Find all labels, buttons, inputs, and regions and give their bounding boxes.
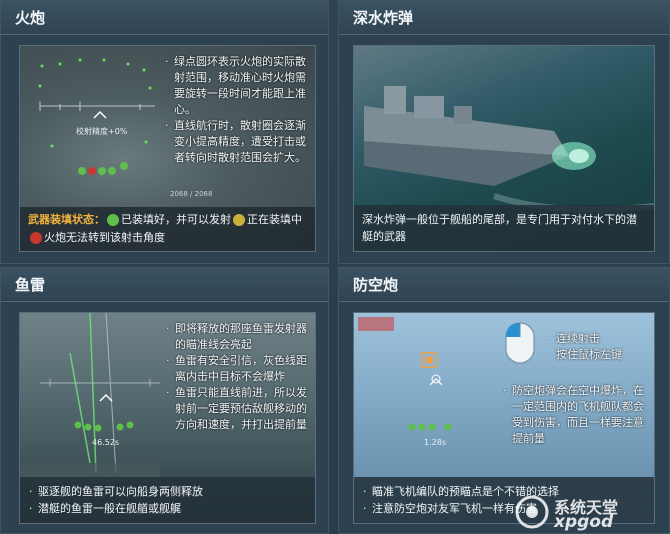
cannon-notes: 绿点圆环表示火炮的实际散射范围，移动准心时火炮需要旋转一段时间才能跟上准心。 直… (164, 54, 314, 166)
loading-icon (233, 214, 245, 226)
status-blocked: 火炮无法转到该射击角度 (44, 231, 165, 244)
panel-cannon: 火炮 校射精度+0% 2068 / 2068 · 绿点圆环表示火炮的实际散射范围… (0, 0, 329, 264)
panel-torpedo: 鱼雷 46.52s 即将释放的那座鱼雷发射器的瞄准线会亮起 鱼雷有安全引信，灰色… (0, 267, 329, 534)
blocked-icon (30, 232, 42, 244)
accuracy-text: 校射精度+0% (76, 126, 128, 136)
depth-charge-screenshot: 深水炸弹一般位于舰船的尾部，是专门用于对付水下的潜艇的武器 (353, 45, 655, 252)
aim-reticle-icon (421, 352, 437, 368)
note-item: 即将释放的那座鱼雷发射器的瞄准线会亮起 (165, 321, 315, 353)
site-watermark: 系统天堂 xpgod (514, 494, 664, 532)
depth-charge-caption: 深水炸弹一般位于舰船的尾部，是专门用于对付水下的潜艇的武器 (354, 205, 654, 251)
note-item: 绿点圆环表示火炮的实际散射范围，移动准心时火炮需要旋转一段时间才能跟上准心。 (164, 54, 314, 118)
crosshair-icon (99, 393, 113, 402)
status-label: 武器装填状态： (28, 213, 105, 226)
status-loading: 正在装填中 (247, 213, 302, 226)
gun-indicators (78, 162, 128, 175)
torpedo-timer: 46.52s (92, 438, 119, 447)
aa-timer: 1.28s (424, 438, 446, 447)
panel-title: 鱼雷 (1, 268, 328, 302)
status-loaded: 已装填好，并可以发射 (121, 213, 231, 226)
panel-depth-charge: 深水炸弹 深水炸弹一般位于舰船的尾部，是专门用于对付水下的潜艇的武器 (338, 0, 670, 264)
aa-screenshot: 1.28s 连续射击 按住鼠标左键 防空炮弹会在空中爆炸，在一定范围内的飞机舰队… (353, 312, 655, 524)
note-item: 鱼雷有安全引信，灰色线距离内击中目标不会爆炸 (165, 353, 315, 385)
loaded-icon (107, 214, 119, 226)
torpedo-caption: 驱逐舰的鱼雷可以向船身两侧释放 潜艇的鱼雷一般在舰艏或舰艉 (20, 477, 315, 523)
mouse-note-1: 连续射击 (546, 331, 654, 347)
note-item: 直线航行时，散射圈会逐渐变小提高精度，遭受打击或者转向时散射范围会扩大。 (164, 118, 314, 166)
mouse-icon (505, 322, 535, 364)
watermark-sub: xpgod (554, 512, 614, 532)
torpedo-notes: 即将释放的那座鱼雷发射器的瞄准线会亮起 鱼雷有安全引信，灰色线距离内击中目标不会… (165, 321, 315, 433)
torpedo-screenshot: 46.52s 即将释放的那座鱼雷发射器的瞄准线会亮起 鱼雷有安全引信，灰色线距离… (19, 312, 316, 524)
hp-text: 2068 / 2068 (170, 190, 212, 198)
caption-line: 潜艇的鱼雷一般在舰艏或舰艉 (28, 500, 307, 517)
weapon-status-bar: 武器装填状态： 已装填好，并可以发射 正在装填中火炮无法转到该射击角度 (20, 207, 315, 251)
mouse-note: 连续射击 按住鼠标左键 (546, 331, 654, 363)
note-item: 防空炮弹会在空中爆炸，在一定范围内的飞机舰队都会受到伤害，而且一样要注意提前量 (502, 383, 654, 447)
panel-title: 深水炸弹 (339, 1, 669, 35)
panel-title: 火炮 (1, 1, 328, 35)
panel-title: 防空炮 (339, 268, 669, 302)
mouse-note-2: 按住鼠标左键 (556, 348, 622, 361)
note-item: 鱼雷只能直线前进，所以发射前一定要预估敌舰移动的方向和速度，并打出提前量 (165, 385, 315, 433)
crosshair-icon (93, 110, 107, 119)
watermark-logo-icon (515, 495, 549, 529)
cannon-screenshot: 校射精度+0% 2068 / 2068 绿点圆环表示火炮的实际散射范围，移动准心… (19, 45, 316, 252)
aa-note: 防空炮弹会在空中爆炸，在一定范围内的飞机舰队都会受到伤害，而且一样要注意提前量 (502, 383, 654, 447)
caption-line: 驱逐舰的鱼雷可以向船身两侧释放 (28, 483, 307, 500)
